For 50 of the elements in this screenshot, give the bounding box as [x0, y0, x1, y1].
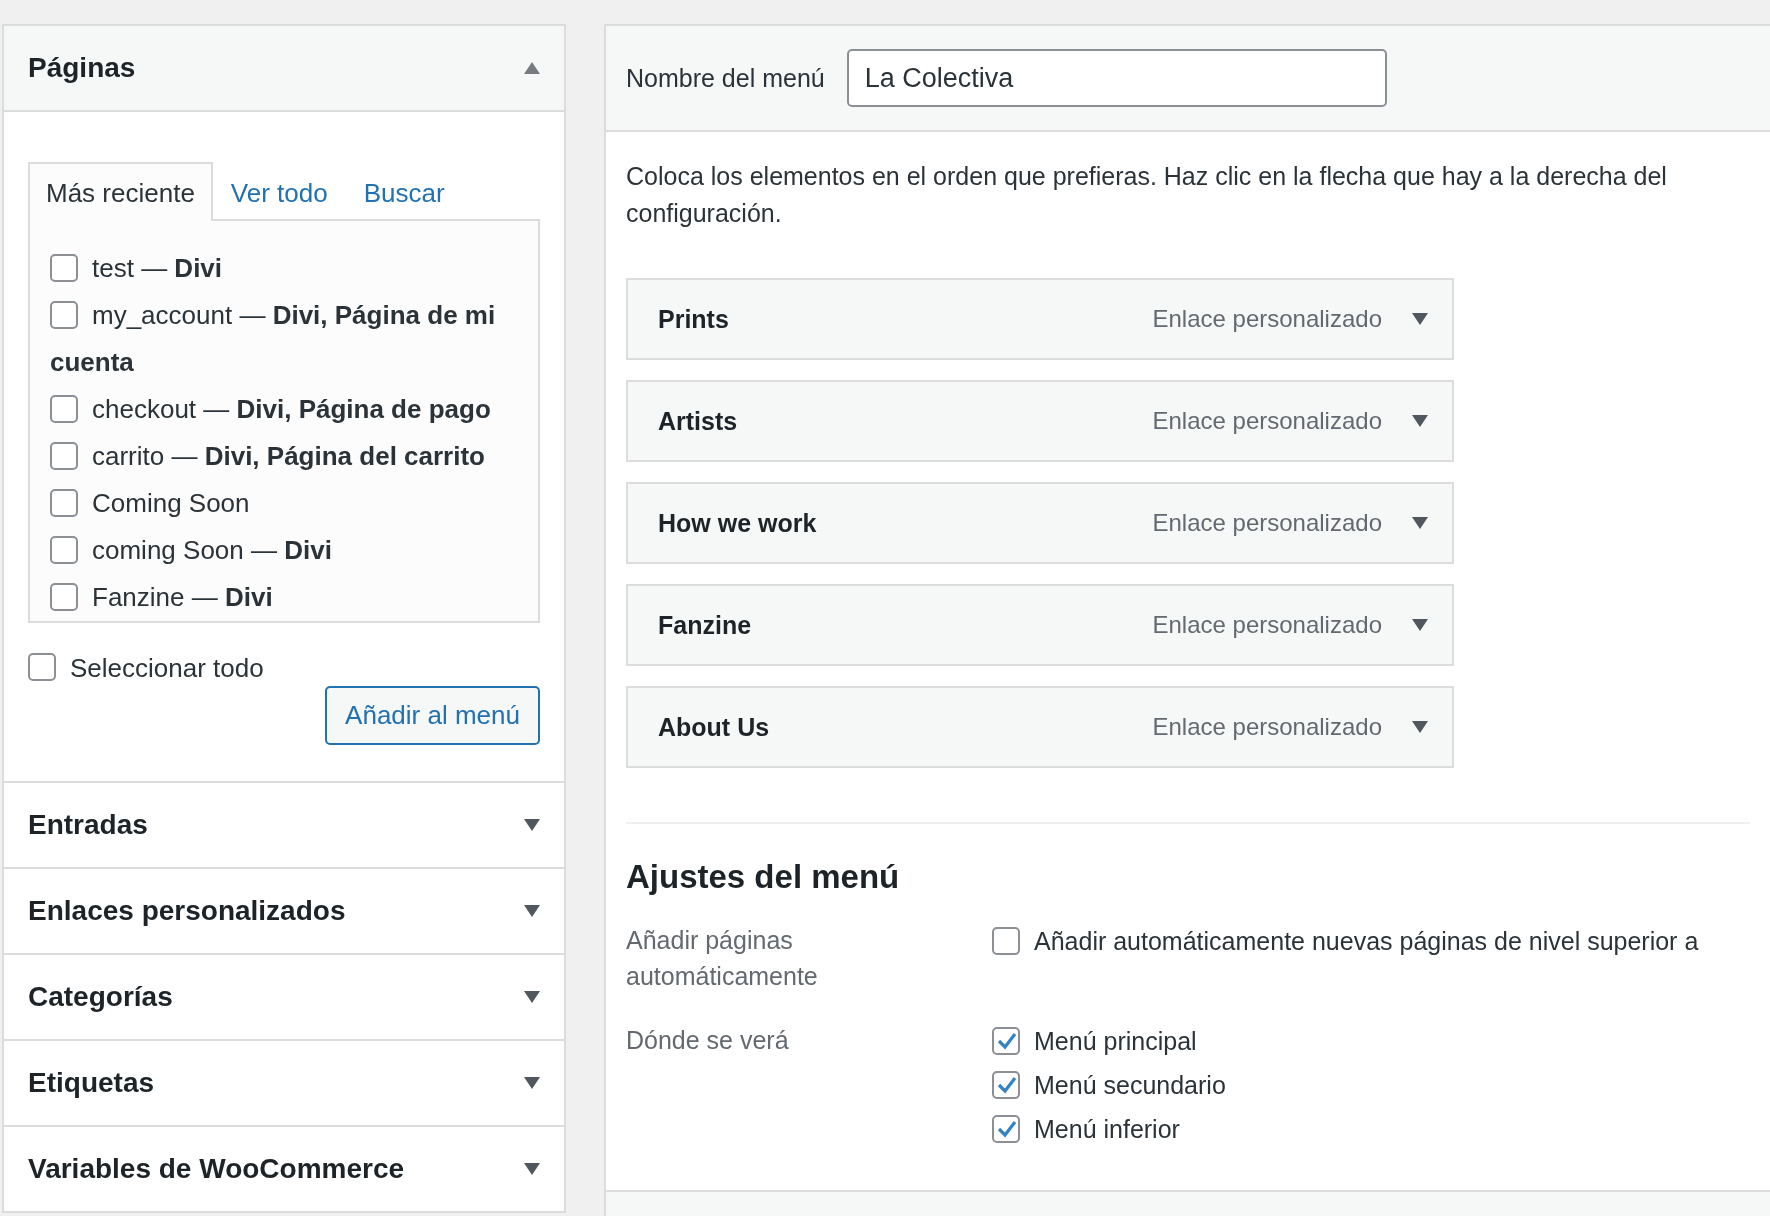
- checkbox[interactable]: [992, 1071, 1020, 1100]
- menu-item[interactable]: About Us Enlace personalizado: [626, 686, 1454, 768]
- checkbox[interactable]: [50, 489, 78, 518]
- checkbox[interactable]: [992, 1027, 1020, 1056]
- expand-arrow-icon[interactable]: [1412, 415, 1428, 427]
- setting-option[interactable]: Añadir automáticamente nuevas páginas de nivel superior a: [992, 922, 1699, 960]
- expand-arrow-icon[interactable]: [524, 905, 540, 917]
- page-option[interactable]: coming Soon — Divi: [50, 527, 518, 574]
- page-option[interactable]: test — Divi: [50, 245, 518, 292]
- expand-arrow-icon[interactable]: [1412, 721, 1428, 733]
- menu-name-field[interactable]: La Colectiva: [846, 49, 1387, 107]
- menu-name-label: Nombre del menú: [626, 63, 825, 93]
- checkbox[interactable]: [992, 1115, 1020, 1144]
- checkbox[interactable]: [28, 652, 56, 681]
- tab[interactable]: Buscar: [345, 162, 463, 221]
- setting-label: Dónde se verá: [626, 1025, 790, 1056]
- menu-item[interactable]: How we work Enlace personalizado: [626, 482, 1454, 564]
- menu-item[interactable]: Prints Enlace personalizado: [626, 278, 1454, 360]
- settings-heading: Ajustes del menú: [626, 858, 901, 896]
- menu-item[interactable]: Fanzine Enlace personalizado: [626, 584, 1454, 666]
- setting-option[interactable]: Menú principal: [992, 1022, 1226, 1060]
- expand-arrow-icon[interactable]: [524, 1163, 540, 1175]
- tab[interactable]: Más reciente: [28, 162, 213, 221]
- expand-arrow-icon[interactable]: [1412, 619, 1428, 631]
- section-header[interactable]: Páginas: [4, 26, 564, 112]
- checkbox[interactable]: [992, 927, 1020, 956]
- page-option[interactable]: Coming Soon: [50, 480, 518, 527]
- expand-arrow-icon[interactable]: [1412, 517, 1428, 529]
- page-option[interactable]: carrito — Divi, Página del carrito: [50, 433, 518, 480]
- checkbox[interactable]: [50, 254, 78, 283]
- page-option[interactable]: checkout — Divi, Página de pago: [50, 386, 518, 433]
- select-all-option[interactable]: Seleccionar todo: [28, 653, 540, 684]
- expand-arrow-icon[interactable]: [524, 819, 540, 831]
- add-to-menu-button[interactable]: Añadir al menú: [325, 686, 540, 745]
- setting-option[interactable]: Menú inferior: [992, 1110, 1226, 1148]
- expand-arrow-icon[interactable]: [524, 1077, 540, 1089]
- checkbox[interactable]: [50, 442, 78, 471]
- page-option[interactable]: Fanzine — Divi: [50, 574, 518, 621]
- checkbox[interactable]: [50, 536, 78, 565]
- checkbox[interactable]: [50, 395, 78, 424]
- collapse-arrow-icon[interactable]: [524, 62, 540, 74]
- checkbox[interactable]: [50, 583, 78, 612]
- checkbox[interactable]: [50, 301, 78, 330]
- menu-item[interactable]: Artists Enlace personalizado: [626, 380, 1454, 462]
- setting-option[interactable]: Menú secundario: [992, 1066, 1226, 1104]
- setting-label: Añadir páginas automáticamente: [626, 925, 819, 992]
- tab[interactable]: Ver todo: [212, 162, 346, 221]
- instructions-text: Coloca los elementos en el orden que prefieras. Haz clic en la flecha que hay a la derecha del configuración.: [626, 161, 1668, 229]
- expand-arrow-icon[interactable]: [524, 991, 540, 1003]
- expand-arrow-icon[interactable]: [1412, 313, 1428, 325]
